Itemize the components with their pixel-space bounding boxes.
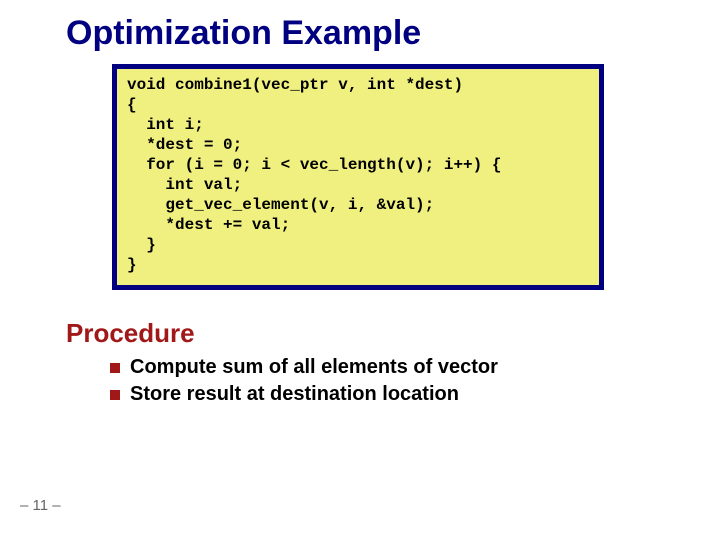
slide: Optimization Example void combine1(vec_p… — [0, 0, 720, 540]
list-item: Store result at destination location — [110, 383, 498, 406]
code-block-frame: void combine1(vec_ptr v, int *dest) { in… — [112, 64, 604, 290]
page-number: – 11 – — [20, 497, 61, 514]
list-item: Compute sum of all elements of vector — [110, 356, 498, 379]
bullet-text: Compute sum of all elements of vector — [130, 356, 498, 379]
bullet-icon — [110, 363, 120, 373]
bullet-icon — [110, 390, 120, 400]
bullet-text: Store result at destination location — [130, 383, 459, 406]
slide-title: Optimization Example — [66, 14, 421, 53]
code-block: void combine1(vec_ptr v, int *dest) { in… — [117, 69, 599, 285]
section-heading: Procedure — [66, 318, 195, 349]
bullet-list: Compute sum of all elements of vector St… — [110, 356, 498, 410]
